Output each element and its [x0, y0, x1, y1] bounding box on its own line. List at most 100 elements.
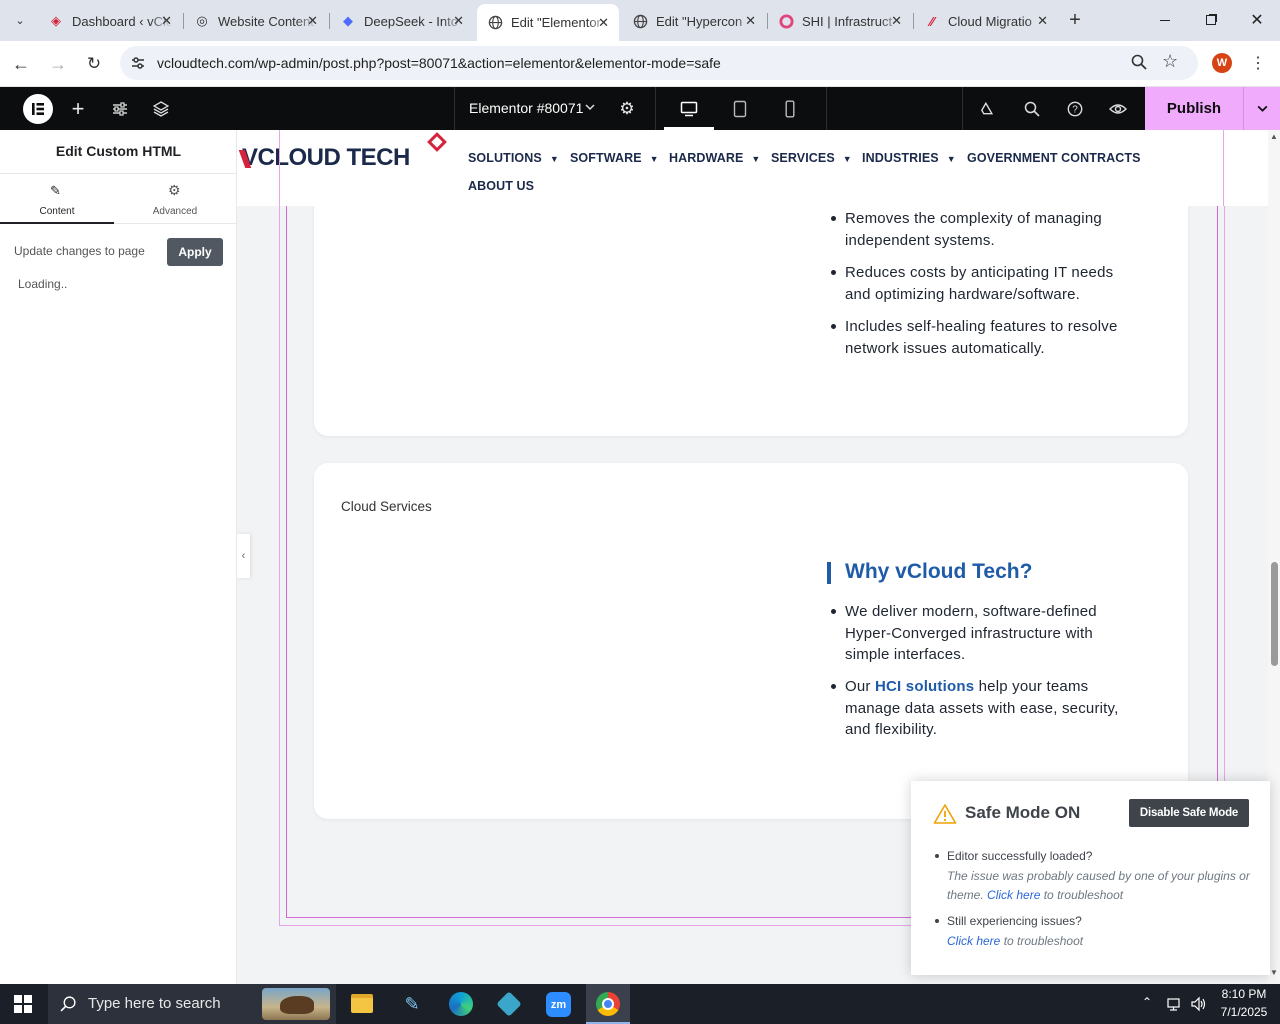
nav-services[interactable]: SERVICES ▼	[771, 151, 852, 165]
svg-text:?: ?	[1072, 104, 1078, 115]
gear-icon: ⚙	[168, 182, 181, 198]
tab-edit-elementor[interactable]: Edit "Elementor ✕	[477, 4, 619, 41]
disable-safe-mode-button[interactable]: Disable Safe Mode	[1129, 799, 1249, 827]
document-title[interactable]: Elementor #80071	[469, 100, 583, 116]
site-logo[interactable]: VCLOUD TECH	[238, 132, 454, 178]
address-bar[interactable]: vcloudtech.com/wp-admin/post.php?post=80…	[120, 46, 1198, 80]
apply-button[interactable]: Apply	[167, 238, 223, 266]
nav-about-us[interactable]: ABOUT US	[468, 179, 534, 193]
safe-mode-item-1: Editor successfully loaded? The issue wa…	[935, 847, 1253, 906]
tab-content[interactable]: ✎ Content	[0, 174, 114, 224]
elementor-logo-icon[interactable]	[23, 94, 53, 124]
caret-down-icon: ▼	[842, 154, 852, 164]
nav-software[interactable]: SOFTWARE ▼	[570, 151, 659, 165]
clock-date[interactable]: 7/1/2025	[1214, 1005, 1274, 1019]
browser-menu-icon[interactable]: ⋮	[1250, 52, 1266, 74]
scroll-down-arrow-icon[interactable]: ▼	[1270, 968, 1278, 977]
swoosh-favicon-icon: ⁄⁄	[929, 13, 935, 29]
update-changes-label: Update changes to page	[14, 244, 145, 258]
show-hidden-icons-chevron[interactable]: ⌃	[1142, 995, 1156, 1011]
reload-icon[interactable]: ↻	[83, 53, 105, 75]
nav-solutions[interactable]: SOLUTIONS ▼	[468, 151, 559, 165]
warning-icon	[933, 803, 957, 825]
globe-favicon-icon	[487, 15, 503, 31]
url-text[interactable]: vcloudtech.com/wp-admin/post.php?post=80…	[157, 55, 721, 71]
tab-edit-hyperconverged[interactable]: Edit "Hypercon ✕	[622, 4, 766, 38]
add-element-icon[interactable]: +	[58, 87, 98, 130]
tab-shi-infrastructure[interactable]: SHI | Infrastruct ✕	[768, 4, 912, 38]
structure-layers-icon[interactable]	[141, 87, 181, 130]
site-info-icon[interactable]	[130, 55, 146, 71]
tab-search-button[interactable]: ⌄	[8, 9, 32, 31]
back-arrow-icon[interactable]: ←	[10, 53, 32, 75]
collapse-panel-handle[interactable]: ‹	[237, 534, 250, 578]
tablet-view-icon[interactable]	[720, 87, 760, 130]
cloud-services-image: Cloud Services	[341, 499, 432, 514]
desktop-view-icon[interactable]	[669, 87, 709, 130]
close-tab-icon[interactable]: ✕	[307, 13, 318, 29]
bookmark-star-icon[interactable]: ☆	[1162, 51, 1178, 72]
site-header: VCLOUD TECH SOLUTIONS ▼ SOFTWARE ▼ HARDWAR…	[237, 130, 1268, 206]
clock-time[interactable]: 8:10 PM	[1214, 987, 1274, 1001]
browser-toolbar: ← → ↻ vcloudtech.com/wp-admin/post.php?p…	[0, 41, 1280, 87]
notifications-megaphone-icon[interactable]	[968, 87, 1008, 130]
close-tab-icon[interactable]: ✕	[891, 13, 902, 29]
zoom-icon[interactable]	[1130, 53, 1150, 73]
tab-cloud-migration[interactable]: ⁄⁄ Cloud Migratio ✕	[914, 4, 1058, 38]
volume-icon[interactable]	[1190, 996, 1208, 1012]
app-diamond-icon[interactable]	[496, 991, 522, 1017]
publish-button[interactable]: Publish	[1145, 87, 1243, 130]
forward-arrow-icon[interactable]: →	[47, 53, 69, 75]
troubleshoot-link-1[interactable]: Click here	[987, 888, 1040, 902]
tab-advanced[interactable]: ⚙ Advanced	[114, 174, 236, 224]
chrome-browser-icon[interactable]	[586, 984, 630, 1024]
scroll-up-arrow-icon[interactable]: ▲	[1270, 132, 1278, 141]
mobile-view-icon[interactable]	[770, 87, 810, 130]
publish-options-chevron-icon[interactable]	[1243, 87, 1280, 130]
chevron-down-icon[interactable]	[584, 101, 596, 116]
zoom-app-icon[interactable]: zm	[546, 992, 571, 1017]
elementor-top-bar: + Elementor #80071 ⚙ ? Publish	[0, 87, 1280, 130]
tab-deepseek[interactable]: ◆ DeepSeek - Into ✕	[330, 4, 474, 38]
minimize-window-button[interactable]	[1150, 10, 1180, 30]
tab-website-content[interactable]: ◎ Website Content ✕	[184, 4, 328, 38]
close-tab-icon[interactable]: ✕	[1037, 13, 1048, 29]
new-tab-button[interactable]: +	[1064, 9, 1086, 31]
site-settings-sliders-icon[interactable]	[100, 87, 140, 130]
search-icon[interactable]	[1012, 87, 1052, 130]
openai-favicon-icon: ◎	[196, 13, 208, 28]
nav-industries[interactable]: INDUSTRIES ▼	[862, 151, 956, 165]
close-window-button[interactable]: ✕	[1242, 8, 1272, 32]
troubleshoot-link-2[interactable]: Click here	[947, 934, 1000, 948]
card2-bullet-1: We deliver modern, software-defined Hype…	[831, 601, 1140, 666]
caret-down-icon: ▼	[549, 154, 559, 164]
nav-government-contracts[interactable]: GOVERNMENT CONTRACTS	[967, 151, 1141, 165]
why-vcloud-heading: Why vCloud Tech?	[845, 560, 1033, 583]
preview-eye-icon[interactable]	[1098, 87, 1138, 130]
globe-favicon-icon	[632, 13, 648, 29]
hci-solutions-link[interactable]: HCI solutions	[875, 678, 974, 695]
caret-down-icon: ▼	[946, 154, 956, 164]
windows-taskbar: Type here to search ✎ zm ⌃ 8:10 PM 7/1/2…	[0, 984, 1280, 1024]
safe-mode-title: Safe Mode ON	[965, 803, 1081, 822]
tab-dashboard[interactable]: ◈ Dashboard ‹ vCloud ✕	[38, 4, 182, 38]
profile-avatar[interactable]: W	[1212, 53, 1232, 73]
help-icon[interactable]: ?	[1055, 87, 1095, 130]
card1-bullet-3: Includes self-healing features to resolv…	[831, 316, 1140, 359]
nav-hardware[interactable]: HARDWARE ▼	[669, 151, 760, 165]
taskbar-search-box[interactable]: Type here to search	[48, 984, 336, 1024]
windows-start-icon[interactable]	[14, 995, 32, 1013]
close-tab-icon[interactable]: ✕	[598, 15, 609, 31]
close-tab-icon[interactable]: ✕	[161, 13, 172, 29]
scrollbar-thumb[interactable]	[1271, 562, 1278, 666]
restore-window-button[interactable]	[1196, 10, 1226, 30]
network-icon[interactable]	[1166, 996, 1182, 1012]
paint-app-icon[interactable]: ✎	[400, 993, 424, 1015]
close-tab-icon[interactable]: ✕	[745, 13, 756, 29]
shi-favicon-icon	[778, 13, 794, 29]
page-settings-gear-icon[interactable]: ⚙	[607, 87, 647, 130]
file-explorer-icon[interactable]	[351, 994, 373, 1013]
card2-bullet-2: Our HCI solutions help your teams manage…	[831, 676, 1140, 741]
edge-browser-icon[interactable]	[449, 992, 473, 1016]
close-tab-icon[interactable]: ✕	[453, 13, 464, 29]
